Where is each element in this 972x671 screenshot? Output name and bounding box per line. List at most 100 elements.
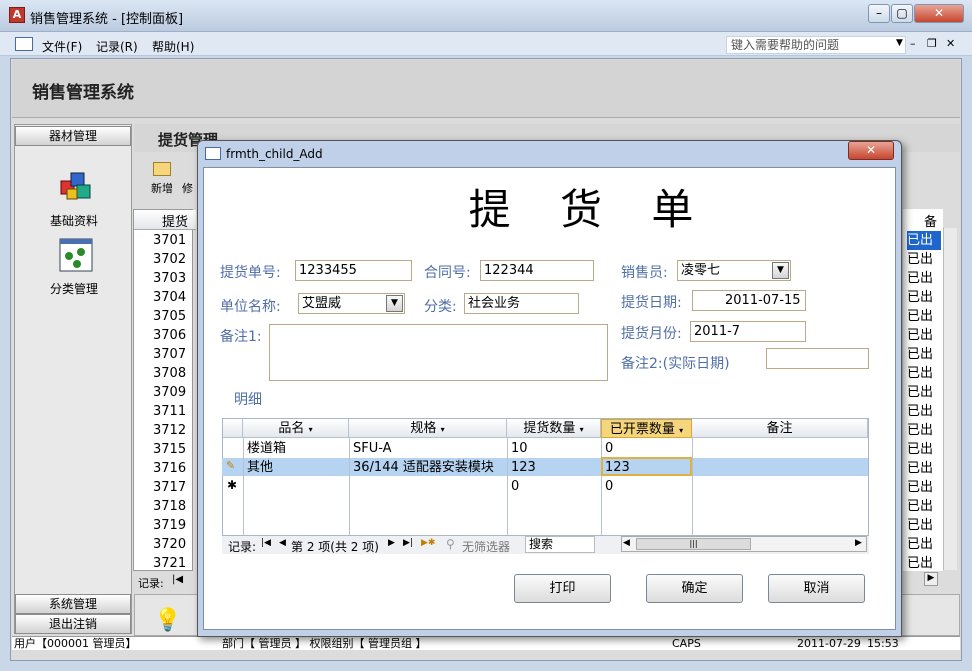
date-field[interactable]: 2011-07-15 bbox=[692, 290, 806, 311]
chevron-down-icon[interactable]: ▾ bbox=[679, 426, 683, 435]
ok-button[interactable]: 确定 bbox=[646, 574, 743, 603]
bg-list-row[interactable]: 3717 bbox=[153, 478, 193, 497]
toolbar-edit-button[interactable]: 修 bbox=[182, 180, 193, 196]
menu-records[interactable]: 记录(R) bbox=[96, 38, 138, 55]
bg-right-cell[interactable]: 已出 bbox=[907, 269, 941, 288]
bg-list-row[interactable]: 3711 bbox=[153, 402, 193, 421]
record-position[interactable]: 第 2 项(共 2 项) bbox=[291, 538, 379, 555]
order-no-field[interactable]: 1233455 bbox=[295, 260, 412, 281]
contract-field[interactable]: 122344 bbox=[480, 260, 594, 281]
bg-right-cell[interactable]: 已出 bbox=[907, 288, 941, 307]
prev-record-icon[interactable]: ◀ bbox=[279, 538, 286, 548]
help-search-input[interactable]: 键入需要帮助的问题 bbox=[726, 36, 906, 54]
note2-field[interactable] bbox=[766, 348, 869, 369]
bg-right-cell[interactable]: 已出 bbox=[907, 345, 941, 364]
bg-right-cell[interactable]: 已出 bbox=[907, 459, 941, 478]
bg-list-row[interactable]: 3704 bbox=[153, 288, 193, 307]
scroll-right-icon[interactable]: ▶ bbox=[855, 538, 862, 548]
bg-list-row[interactable]: 3708 bbox=[153, 364, 193, 383]
chevron-down-icon[interactable]: ▾ bbox=[580, 425, 584, 434]
bg-list-row[interactable]: 3719 bbox=[153, 516, 193, 535]
bg-right-cell[interactable]: 已出 bbox=[907, 554, 941, 573]
bg-list-row[interactable]: 3702 bbox=[153, 250, 193, 269]
new-record-nav-icon[interactable]: ▶✱ bbox=[421, 538, 435, 548]
menu-file[interactable]: 文件(F) bbox=[42, 38, 82, 55]
grid-col-qty[interactable]: 提货数量 ▾ bbox=[507, 419, 601, 438]
bg-list-row[interactable]: 3701 bbox=[153, 231, 193, 250]
grid-col-name[interactable]: 品名 ▾ bbox=[243, 419, 349, 438]
grid-cell-spec[interactable]: 36/144 适配器安装模块 bbox=[349, 458, 494, 477]
mdi-minimize-icon[interactable]: – bbox=[910, 37, 916, 50]
grid-col-remark[interactable]: 备注 bbox=[692, 419, 868, 438]
bg-right-cell[interactable]: 已出 bbox=[907, 516, 941, 535]
new-record-icon[interactable] bbox=[153, 162, 171, 176]
bg-right-cell[interactable]: 已出 bbox=[907, 364, 941, 383]
chevron-down-icon[interactable]: ▼ bbox=[386, 295, 403, 312]
grid-cell-remark[interactable] bbox=[692, 477, 696, 496]
funnel-icon[interactable]: ⚲ bbox=[446, 537, 455, 551]
grid-cell-remark[interactable] bbox=[692, 439, 696, 458]
minimize-button[interactable]: – bbox=[868, 4, 890, 23]
nodes-icon[interactable] bbox=[59, 238, 93, 272]
nav-item-category[interactable]: 分类管理 bbox=[24, 280, 124, 297]
nav-section-equipment[interactable]: 器材管理 bbox=[15, 126, 131, 146]
bg-first-record-icon[interactable]: |◀ bbox=[172, 574, 183, 585]
scroll-thumb-icon[interactable]: ||| bbox=[636, 538, 751, 550]
bg-list-row[interactable]: 3703 bbox=[153, 269, 193, 288]
bg-right-cell[interactable]: 已出 bbox=[907, 421, 941, 440]
chevron-down-icon[interactable]: ▼ bbox=[896, 38, 903, 48]
dialog-close-button[interactable]: ✕ bbox=[848, 141, 894, 160]
grid-cell-remark[interactable] bbox=[692, 458, 696, 477]
bg-right-cell[interactable]: 已出 bbox=[907, 231, 941, 250]
chevron-down-icon[interactable]: ▼ bbox=[772, 262, 789, 279]
chevron-down-icon[interactable]: ▾ bbox=[309, 425, 313, 434]
filter-status[interactable]: 无筛选器 bbox=[462, 538, 510, 555]
grid-cell-name[interactable]: 楼道箱 bbox=[243, 439, 286, 458]
note1-field[interactable] bbox=[269, 324, 608, 381]
next-record-icon[interactable]: ▶ bbox=[388, 538, 395, 548]
grid-corner[interactable] bbox=[223, 419, 243, 438]
toolbar-new-button[interactable]: 新增 bbox=[151, 180, 173, 196]
grid-cell-qty[interactable]: 123 bbox=[507, 458, 536, 477]
category-field[interactable]: 社会业务 bbox=[464, 293, 579, 314]
bg-right-cell[interactable]: 已出 bbox=[907, 250, 941, 269]
grid-cell-name[interactable] bbox=[243, 477, 247, 496]
last-record-icon[interactable]: ▶| bbox=[403, 538, 413, 548]
bg-scrollbar[interactable] bbox=[943, 228, 957, 570]
bg-list-row[interactable]: 3712 bbox=[153, 421, 193, 440]
menu-help[interactable]: 帮助(H) bbox=[152, 38, 194, 55]
cancel-button[interactable]: 取消 bbox=[768, 574, 865, 603]
bg-list-row[interactable]: 3720 bbox=[153, 535, 193, 554]
bg-list-row[interactable]: 3706 bbox=[153, 326, 193, 345]
cubes-icon[interactable] bbox=[59, 169, 93, 203]
mdi-restore-icon[interactable]: ❐ bbox=[927, 37, 937, 50]
nav-section-system[interactable]: 系统管理 bbox=[15, 594, 131, 614]
close-button[interactable]: ✕ bbox=[914, 4, 964, 23]
bg-scroll-right-icon[interactable]: ▶ bbox=[924, 572, 938, 586]
bg-list-row[interactable]: 3716 bbox=[153, 459, 193, 478]
grid-col-spec[interactable]: 规格 ▾ bbox=[349, 419, 507, 438]
bg-right-cell[interactable]: 已出 bbox=[907, 383, 941, 402]
nav-section-logout[interactable]: 退出注销 bbox=[15, 614, 131, 634]
bg-list-row[interactable]: 3707 bbox=[153, 345, 193, 364]
bg-list-row[interactable]: 3718 bbox=[153, 497, 193, 516]
bg-right-cell[interactable]: 已出 bbox=[907, 326, 941, 345]
bg-right-cell[interactable]: 已出 bbox=[907, 402, 941, 421]
mdi-close-icon[interactable]: ✕ bbox=[946, 37, 955, 50]
bg-right-cell[interactable]: 已出 bbox=[907, 497, 941, 516]
grid-cell-qty[interactable]: 0 bbox=[507, 477, 519, 496]
bg-list-row[interactable]: 3721 bbox=[153, 554, 193, 573]
grid-cell-invoiced[interactable]: 0 bbox=[601, 439, 613, 458]
print-button[interactable]: 打印 bbox=[514, 574, 611, 603]
nav-item-basic-data[interactable]: 基础资料 bbox=[24, 212, 124, 229]
bg-right-cell[interactable]: 已出 bbox=[907, 440, 941, 459]
bg-right-cell[interactable]: 已出 bbox=[907, 478, 941, 497]
grid-search-input[interactable]: 搜索 bbox=[525, 536, 595, 553]
bg-list-row[interactable]: 3715 bbox=[153, 440, 193, 459]
month-field[interactable]: 2011-7 bbox=[690, 321, 806, 342]
chevron-down-icon[interactable]: ▾ bbox=[441, 425, 445, 434]
bg-right-cell[interactable]: 已出 bbox=[907, 535, 941, 554]
grid-cell-spec[interactable] bbox=[349, 477, 353, 496]
grid-cell-invoiced[interactable]: 0 bbox=[601, 477, 613, 496]
first-record-icon[interactable]: |◀ bbox=[261, 538, 271, 548]
